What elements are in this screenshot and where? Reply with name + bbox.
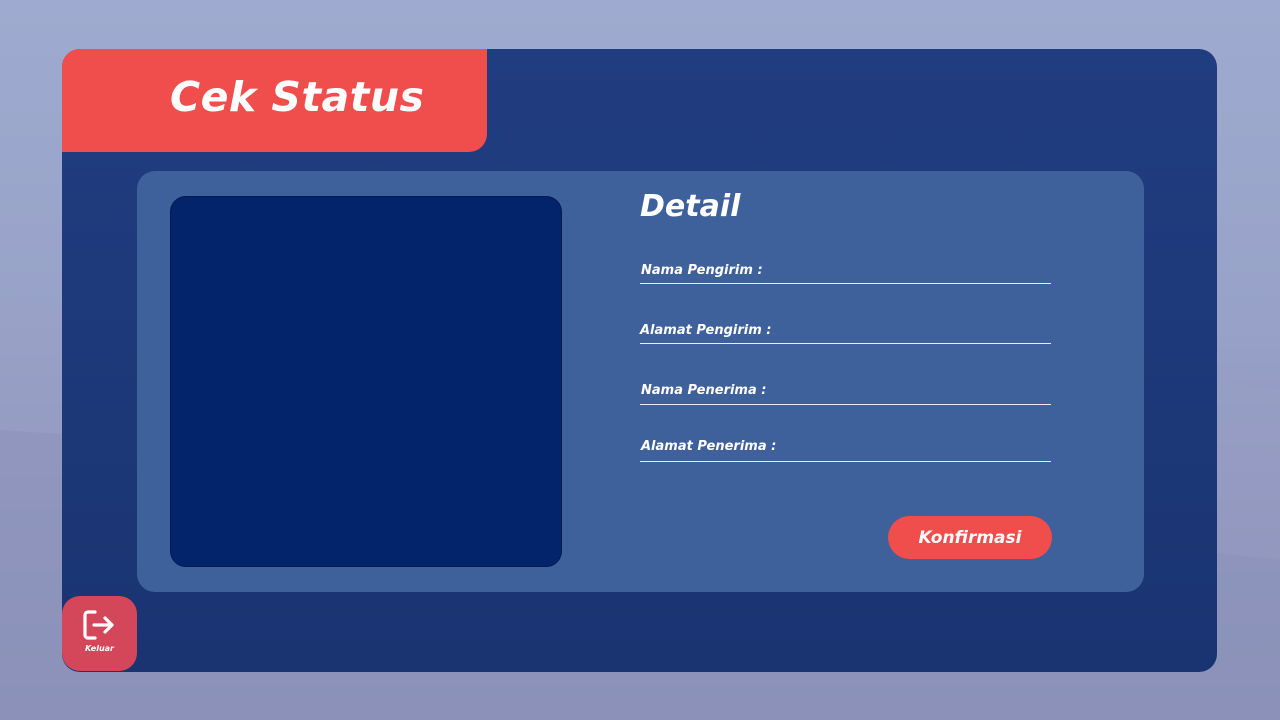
field-label-nama-pengirim: Nama Pengirim : bbox=[641, 263, 763, 278]
exit-button-label: Keluar bbox=[85, 644, 114, 653]
exit-button[interactable]: Keluar bbox=[62, 596, 137, 671]
field-alamat-pengirim[interactable]: Alamat Pengirim : bbox=[640, 321, 1051, 344]
package-image-preview bbox=[170, 196, 562, 567]
logout-icon bbox=[83, 610, 114, 640]
main-window: Cek Status Detail Nama Pengirim : Alamat… bbox=[62, 49, 1217, 672]
field-alamat-penerima[interactable]: Alamat Penerima : bbox=[640, 437, 1051, 462]
page-title: Cek Status bbox=[170, 73, 425, 121]
detail-heading: Detail bbox=[640, 189, 741, 224]
page-title-tab: Cek Status bbox=[62, 49, 487, 152]
confirm-button[interactable]: Konfirmasi bbox=[888, 516, 1052, 559]
field-label-alamat-pengirim: Alamat Pengirim : bbox=[640, 323, 772, 338]
detail-panel: Detail Nama Pengirim : Alamat Pengirim :… bbox=[137, 171, 1144, 592]
field-label-nama-penerima: Nama Penerima : bbox=[641, 383, 767, 398]
field-nama-penerima[interactable]: Nama Penerima : bbox=[640, 381, 1051, 405]
field-nama-pengirim[interactable]: Nama Pengirim : bbox=[640, 261, 1051, 284]
field-label-alamat-penerima: Alamat Penerima : bbox=[641, 439, 777, 454]
